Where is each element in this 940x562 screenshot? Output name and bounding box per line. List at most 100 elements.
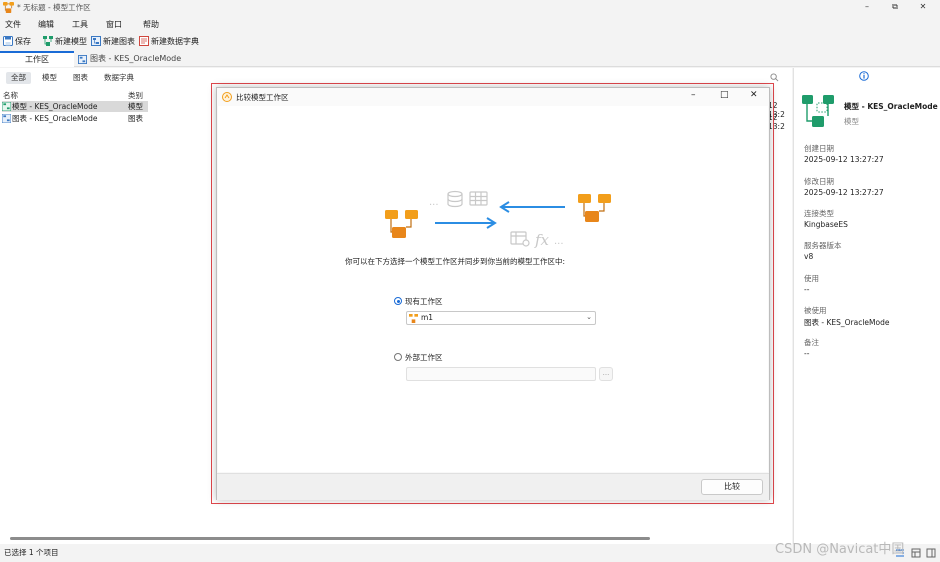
- toolbar: 保存 新建模型 新建图表 新建数据字典: [0, 33, 940, 49]
- chevron-down-icon: ⌄: [586, 313, 592, 321]
- info-used-by-label: 被使用: [804, 306, 827, 315]
- menu-tools[interactable]: 工具: [72, 19, 88, 30]
- info-server-version-label: 服务器版本: [804, 241, 842, 250]
- save-button[interactable]: 保存: [3, 34, 31, 48]
- navicat-app-icon: [3, 2, 14, 13]
- info-created-value: 2025-09-12 13:27:27: [804, 155, 884, 164]
- info-icon[interactable]: [859, 71, 869, 81]
- watermark: CSDN @Navicat中国: [775, 542, 905, 557]
- new-model-label: 新建模型: [55, 36, 87, 46]
- minimize-icon[interactable]: –: [862, 2, 872, 12]
- chart-icon: [78, 54, 87, 64]
- dialog-title-bar[interactable]: 比较模型工作区 – □ ✕: [217, 88, 769, 106]
- dialog-maximize-icon[interactable]: □: [720, 90, 729, 100]
- filter-tab-dictionary[interactable]: 数据字典: [99, 72, 139, 84]
- menu-edit[interactable]: 编辑: [38, 19, 54, 30]
- info-created-label: 创建日期: [804, 144, 834, 153]
- list-item-name: 图表 - KES_OracleMode: [12, 114, 98, 123]
- filter-tab-all[interactable]: 全部: [6, 72, 31, 84]
- info-panel-toggle-icon[interactable]: [926, 548, 936, 558]
- database-icon: [447, 190, 463, 208]
- list-item-type: 模型: [128, 102, 143, 111]
- close-icon[interactable]: ✕: [918, 2, 928, 12]
- info-comment-label: 备注: [804, 338, 819, 347]
- tab-workspace[interactable]: 工作区: [0, 51, 74, 67]
- menu-file[interactable]: 文件: [5, 19, 21, 30]
- model-icon: [2, 102, 11, 111]
- new-data-dictionary-label: 新建数据字典: [151, 36, 199, 46]
- tab-chart[interactable]: 图表 - KES_OracleMode: [78, 51, 248, 67]
- new-chart-icon: [91, 36, 101, 46]
- info-comment-value: --: [804, 349, 810, 358]
- compare-workspace-dialog: 比较模型工作区 – □ ✕ ... fx ... 你可以在下方选择一个模型工作区…: [216, 87, 770, 500]
- new-chart-label: 新建图表: [103, 36, 135, 46]
- info-item-kind: 模型: [844, 117, 859, 126]
- data-dictionary-icon: [139, 36, 149, 46]
- info-server-version-value: v8: [804, 252, 814, 261]
- existing-workspace-radio[interactable]: [394, 297, 402, 305]
- new-data-dictionary-button[interactable]: 新建数据字典: [139, 34, 199, 48]
- dialog-footer: 比较: [217, 473, 769, 500]
- svg-text:...: ...: [554, 236, 564, 247]
- save-label: 保存: [15, 36, 31, 46]
- detail-view-icon[interactable]: [911, 548, 921, 558]
- source-model-icon: [385, 210, 418, 238]
- status-text: 已选择 1 个项目: [4, 548, 59, 557]
- info-item-name: 模型 - KES_OracleMode: [844, 102, 938, 111]
- filter-tab-chart[interactable]: 图表: [68, 72, 93, 84]
- tab-chart-label: 图表 - KES_OracleMode: [90, 54, 182, 63]
- dialog-close-icon[interactable]: ✕: [750, 90, 758, 100]
- chart-icon: [2, 114, 11, 123]
- save-icon: [3, 36, 13, 46]
- search-icon[interactable]: [770, 73, 779, 82]
- info-uses-value: --: [804, 285, 810, 294]
- list-item-type: 图表: [128, 114, 143, 123]
- info-modified-value: 2025-09-12 13:27:27: [804, 188, 884, 197]
- restore-icon[interactable]: ⧉: [890, 2, 900, 12]
- new-model-icon: [43, 36, 53, 46]
- new-model-button[interactable]: 新建模型: [43, 34, 87, 48]
- list-item[interactable]: 图表 - KES_OracleMode 图表: [2, 113, 148, 124]
- window-title: * 无标题 - 模型工作区: [17, 3, 91, 12]
- external-workspace-path-field[interactable]: [406, 367, 596, 381]
- column-header-type[interactable]: 类别: [128, 90, 143, 101]
- horizontal-scrollbar[interactable]: [10, 537, 650, 540]
- dialog-title: 比较模型工作区: [236, 93, 289, 102]
- svg-text:...: ...: [429, 197, 439, 208]
- compare-button[interactable]: 比较: [701, 479, 763, 495]
- external-workspace-radio[interactable]: [394, 353, 402, 361]
- browse-button[interactable]: ...: [599, 367, 613, 381]
- sync-illustration: ... fx ...: [385, 190, 611, 248]
- info-uses-label: 使用: [804, 274, 819, 283]
- info-panel: 模型 - KES_OracleMode 模型 创建日期 2025-09-12 1…: [793, 68, 940, 544]
- column-header-name[interactable]: 名称: [3, 90, 18, 101]
- dialog-instruction: 你可以在下方选择一个模型工作区并同步到你当前的模型工作区中:: [345, 257, 566, 266]
- table-icon: [469, 191, 488, 206]
- model-workspace-icon: [409, 314, 418, 323]
- target-model-icon: [578, 194, 611, 222]
- list-item-name: 模型 - KES_OracleMode: [12, 102, 98, 111]
- dialog-body: ... fx ... 你可以在下方选择一个模型工作区并同步到你当前的模型工作区中…: [218, 106, 768, 472]
- existing-workspace-select[interactable]: m1 ⌄: [406, 311, 596, 325]
- function-icon: fx: [534, 231, 550, 248]
- dialog-minimize-icon[interactable]: –: [691, 90, 696, 100]
- document-tab-bar: 工作区 图表 - KES_OracleMode: [0, 51, 940, 67]
- external-workspace-label[interactable]: 外部工作区: [405, 352, 443, 363]
- info-connection-type-label: 连接类型: [804, 209, 834, 218]
- model-large-icon: [802, 95, 834, 127]
- info-used-by-value: 图表 - KES_OracleMode: [804, 318, 890, 327]
- filter-tab-model[interactable]: 模型: [37, 72, 62, 84]
- menu-help[interactable]: 帮助: [143, 19, 159, 30]
- menu-bar: 文件 编辑 工具 窗口 帮助: [0, 16, 940, 32]
- tab-workspace-label: 工作区: [25, 55, 49, 64]
- info-connection-type-value: KingbaseES: [804, 220, 848, 229]
- info-modified-label: 修改日期: [804, 177, 834, 186]
- new-chart-button[interactable]: 新建图表: [91, 34, 135, 48]
- title-bar: * 无标题 - 模型工作区 – ⧉ ✕: [0, 0, 940, 15]
- existing-workspace-value: m1: [421, 313, 434, 322]
- navicat-app-icon: [222, 92, 232, 102]
- view-icon: [510, 231, 530, 247]
- list-item[interactable]: 模型 - KES_OracleMode 模型: [2, 101, 148, 112]
- existing-workspace-label[interactable]: 现有工作区: [405, 296, 443, 307]
- menu-window[interactable]: 窗口: [106, 19, 122, 30]
